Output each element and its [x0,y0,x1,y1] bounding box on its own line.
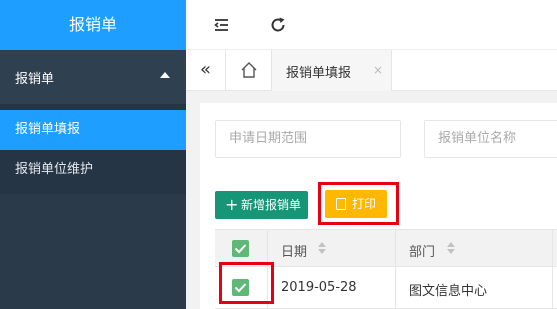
sidebar-group-reimbursement[interactable]: 报销单 [0,50,186,104]
sidebar-group-label: 报销单 [15,72,55,87]
column-divider [395,230,396,266]
close-icon[interactable]: × [373,63,383,77]
sidebar-submenu: 报销单填报 报销单位维护 [0,104,186,194]
cell-department: 图文信息中心 [409,284,488,299]
home-icon [241,62,257,78]
add-reimbursement-button[interactable]: + 新增报销单 [215,191,308,219]
sidebar-title: 报销单 [0,0,186,50]
sidebar-empty-area [0,194,186,309]
tab-fill-reimbursement[interactable]: 报销单填报 × [272,50,392,91]
collapse-menu-icon[interactable] [212,15,232,35]
column-divider [395,267,396,308]
column-header-department[interactable]: 部门 [409,241,435,260]
column-divider [267,230,268,266]
plus-icon: + [225,195,239,214]
column-divider [552,267,553,308]
date-range-input[interactable]: 申请日期范围 [215,120,401,158]
cell-date: 2019-05-28 [281,280,357,295]
refresh-icon[interactable] [268,15,288,35]
print-highlight-box [318,182,399,225]
tab-bar: « 报销单填报 × [186,50,557,91]
add-button-label: 新增报销单 [241,198,302,212]
unit-name-input[interactable]: 报销单位名称 [424,120,557,158]
top-bar [186,0,557,50]
column-divider [552,230,553,266]
sort-icon[interactable] [447,241,455,255]
caret-up-icon [160,72,170,78]
tabs-scroll-left-icon[interactable]: « [186,50,226,90]
checkbox-highlight-box [219,262,274,304]
tab-label: 报销单填报 [286,66,352,81]
sidebar-item-unit-maintenance[interactable]: 报销单位维护 [0,150,186,190]
sidebar-item-fill-reimbursement[interactable]: 报销单填报 [0,110,186,150]
column-header-date[interactable]: 日期 [281,241,307,260]
sidebar: 报销单 报销单 报销单填报 报销单位维护 [0,0,186,309]
select-all-checkbox[interactable] [232,240,249,257]
home-tab[interactable] [226,50,272,90]
sort-icon[interactable] [318,241,326,255]
